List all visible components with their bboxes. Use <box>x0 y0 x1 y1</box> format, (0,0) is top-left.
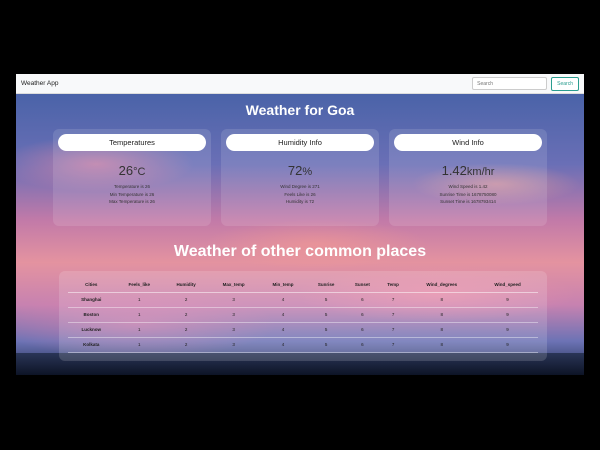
table-cell: 2 <box>164 307 209 323</box>
table-cell: 9 <box>477 337 538 353</box>
table-cell: 2 <box>164 322 209 338</box>
table-cell: 6 <box>345 322 380 338</box>
table-cell: Boston <box>68 307 115 323</box>
table-row: Boston 1 2 3 4 5 6 7 8 9 <box>68 307 538 323</box>
search-button[interactable]: Search <box>551 76 579 91</box>
table-header-row: Cities Feels_like Humidity Max_temp Min_… <box>68 278 538 293</box>
humidity-card: Humidity Info 72% Wind Degree is 271 Fee… <box>221 129 379 226</box>
value-unit: km/hr <box>466 166 495 178</box>
column-header: Sunset <box>345 278 380 293</box>
table-cell: 4 <box>258 322 308 338</box>
card-details: Wind Speed is 1.42 Sunrise Time is 16787… <box>389 183 547 206</box>
table-cell: 2 <box>164 292 209 308</box>
detail-line: Max Temperature is 26 <box>109 199 155 204</box>
column-header: Wind_degrees <box>406 278 478 293</box>
browser-viewport: Weather App Search Weather for Goa Tempe… <box>16 74 584 375</box>
table-cell: 7 <box>379 292 407 308</box>
table-cell: 5 <box>307 292 346 308</box>
search-input[interactable] <box>472 77 548 90</box>
card-value: 72% <box>221 163 379 178</box>
table-cell: 3 <box>208 292 259 308</box>
value-number: 1.42 <box>441 163 467 178</box>
section-title: Weather of other common places <box>173 243 427 260</box>
table-cell: Lucknow <box>68 322 115 338</box>
wind-card: Wind Info 1.42km/hr Wind Speed is 1.42 S… <box>389 129 547 226</box>
table-cell: 1 <box>114 337 165 353</box>
card-header: Wind Info <box>394 134 542 151</box>
card-value: 1.42km/hr <box>389 163 547 178</box>
brand-link[interactable]: Weather App <box>21 80 58 87</box>
table-cell: 4 <box>258 292 308 308</box>
card-header: Temperatures <box>58 134 206 151</box>
table-cell: 9 <box>477 322 538 338</box>
search-form: Search <box>472 76 579 91</box>
detail-line: Feels Like is 26 <box>284 191 316 197</box>
table-cell: 9 <box>477 292 538 308</box>
value-unit: % <box>302 166 313 178</box>
cities-table-container: Cities Feels_like Humidity Max_temp Min_… <box>59 271 547 361</box>
card-value: 26°C <box>53 163 211 178</box>
table-cell: 1 <box>114 292 165 308</box>
page-title: Weather for Goa <box>245 102 355 118</box>
column-header: Sunrise <box>307 278 346 293</box>
card-details: Temperature is 26 Min Temperature is 26 … <box>53 183 211 206</box>
detail-line: Wind Speed is 1.42 <box>448 184 488 189</box>
detail-line: Wind Degree is 271 <box>280 184 320 189</box>
detail-line: Temperature is 26 <box>113 184 151 189</box>
table-cell: 1 <box>114 322 165 338</box>
table-cell: 3 <box>208 337 259 353</box>
column-header: Max_temp <box>208 278 259 293</box>
table-cell: 3 <box>208 322 259 338</box>
detail-line: Humidity is 72 <box>285 199 315 204</box>
table-cell: Shanghai <box>68 292 115 308</box>
table-cell: 7 <box>379 307 407 323</box>
detail-line: Sunrise Time is 1678750080 <box>439 191 497 197</box>
table-cell: 5 <box>307 307 346 323</box>
table-cell: 5 <box>307 322 346 338</box>
column-header: Wind_speed <box>477 278 538 293</box>
table-cell: 6 <box>345 307 380 323</box>
table-cell: 1 <box>114 307 165 323</box>
table-cell: 9 <box>477 307 538 323</box>
card-header: Humidity Info <box>226 134 374 151</box>
table-cell: 7 <box>379 322 407 338</box>
temperatures-card: Temperatures 26°C Temperature is 26 Min … <box>53 129 211 226</box>
table-row: Kolkata 1 2 3 4 5 6 7 8 9 <box>68 337 538 353</box>
value-number: 26 <box>118 163 134 178</box>
table-row: Lucknow 1 2 3 4 5 6 7 8 9 <box>68 322 538 338</box>
table-cell: 4 <box>258 337 308 353</box>
table-cell: 4 <box>258 307 308 323</box>
detail-line: Min Temperature is 26 <box>109 191 155 197</box>
table-cell: 8 <box>406 307 478 323</box>
table-cell: 6 <box>345 292 380 308</box>
value-number: 72 <box>287 163 303 178</box>
table-cell: 6 <box>345 337 380 353</box>
table-cell: Kolkata <box>68 337 115 353</box>
table-cell: 3 <box>208 307 259 323</box>
card-details: Wind Degree is 271 Feels Like is 26 Humi… <box>221 183 379 206</box>
cities-table: Cities Feels_like Humidity Max_temp Min_… <box>68 278 538 353</box>
column-header: Temp <box>379 278 407 293</box>
column-header: Feels_like <box>114 278 165 293</box>
column-header: Humidity <box>164 278 209 293</box>
column-header: Cities <box>68 278 115 293</box>
table-cell: 8 <box>406 292 478 308</box>
table-cell: 7 <box>379 337 407 353</box>
table-row: Shanghai 1 2 3 4 5 6 7 8 9 <box>68 292 538 308</box>
table-cell: 8 <box>406 322 478 338</box>
table-cell: 2 <box>164 337 209 353</box>
table-cell: 8 <box>406 337 478 353</box>
detail-line: Sunset Time is 1678793414 <box>440 199 496 204</box>
table-cell: 5 <box>307 337 346 353</box>
column-header: Min_temp <box>258 278 308 293</box>
navbar: Weather App Search <box>16 74 584 94</box>
value-unit: °C <box>133 166 146 178</box>
